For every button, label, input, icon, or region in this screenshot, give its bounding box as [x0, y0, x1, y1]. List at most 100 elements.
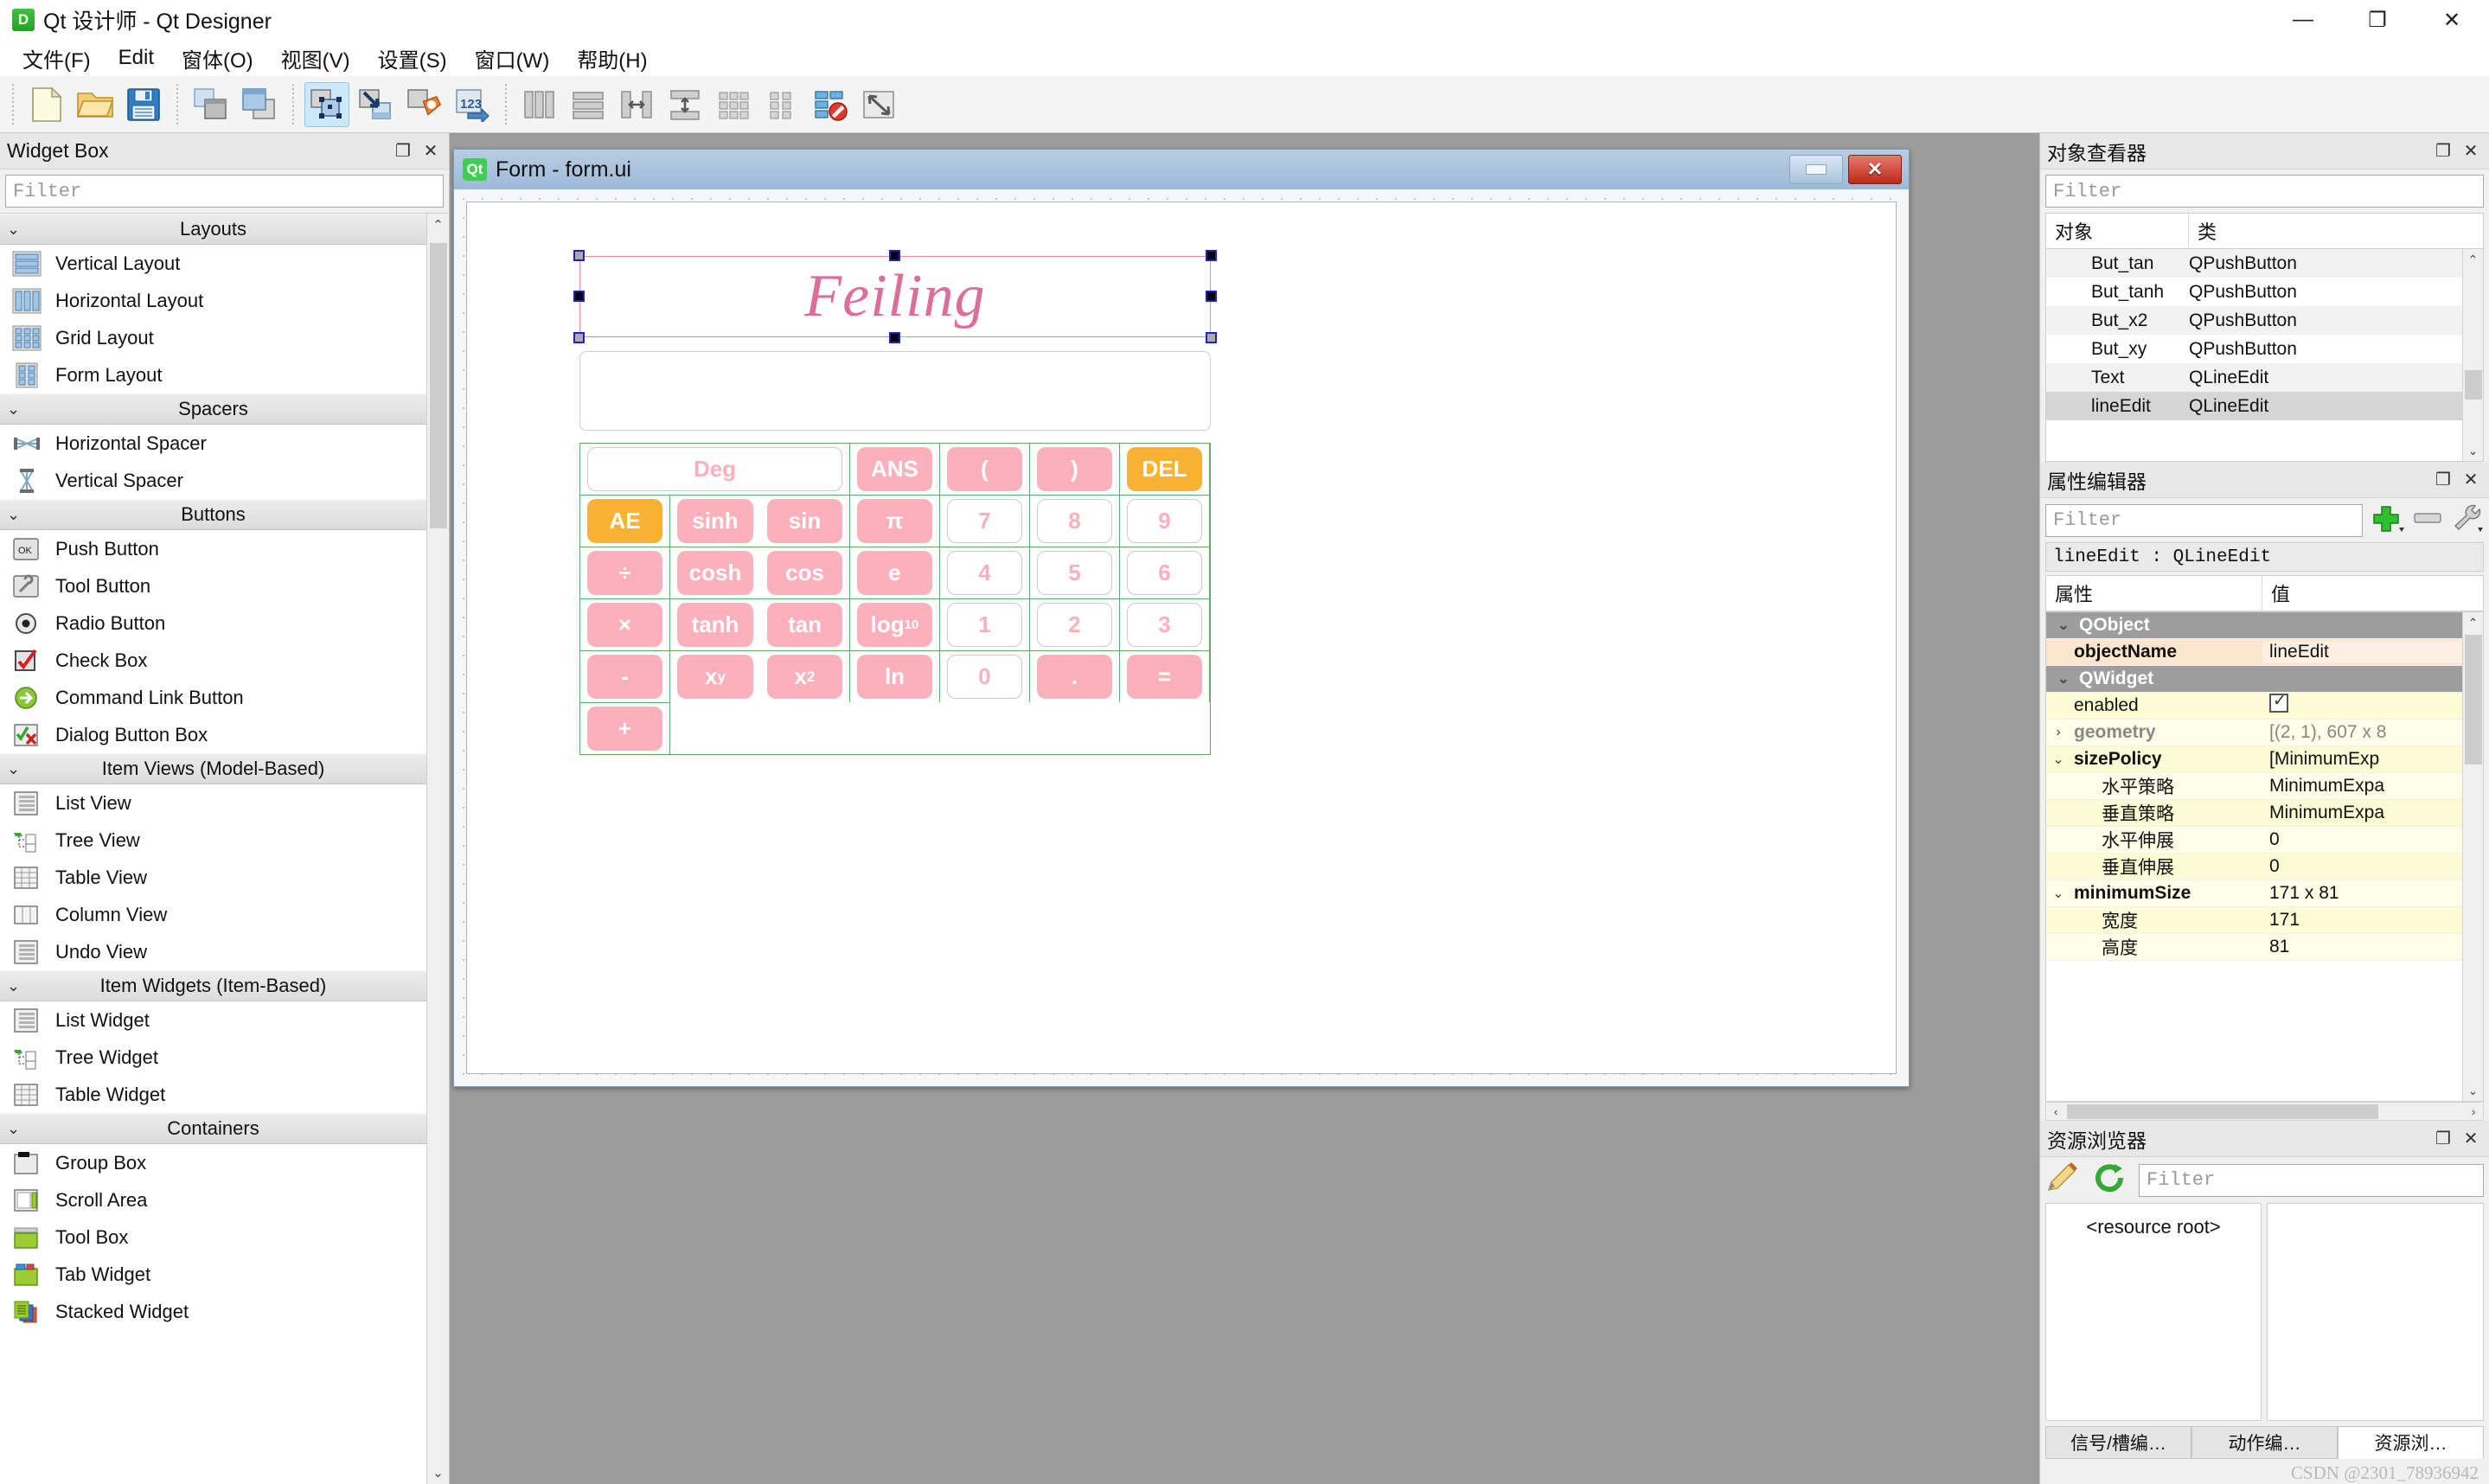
property-editor-scrollbar[interactable]: ⌃ ⌄	[2462, 612, 2483, 1101]
category-header-layouts[interactable]: ⌄ Layouts	[0, 214, 426, 245]
calc-button-del[interactable]: DEL	[1127, 447, 1202, 491]
float-icon[interactable]: ❐	[2432, 469, 2454, 491]
widget-item-tool-box[interactable]: Tool Box	[0, 1219, 426, 1256]
edit-signals-slots-icon[interactable]	[353, 82, 398, 127]
edit-widgets-icon[interactable]	[304, 81, 349, 127]
widget-item-undo-view[interactable]: Undo View	[0, 933, 426, 970]
property-filter-input[interactable]: Filter	[2045, 503, 2363, 537]
scroll-left-icon[interactable]: ‹	[2046, 1103, 2065, 1120]
widget-item-vertical-layout[interactable]: Vertical Layout	[0, 245, 426, 282]
chevron-down-icon[interactable]: ⌄	[2046, 885, 2070, 902]
chevron-down-icon[interactable]: ⌄	[2046, 751, 2070, 768]
break-layout-icon[interactable]	[808, 82, 853, 127]
calc-button-multiply[interactable]: ×	[587, 603, 662, 647]
float-icon[interactable]: ❐	[392, 140, 414, 163]
calc-button-divide[interactable]: ÷	[587, 551, 662, 595]
calc-button-9[interactable]: 9	[1127, 499, 1202, 543]
resize-handle-top-right[interactable]	[1206, 250, 1217, 261]
calc-button-decimal[interactable]: .	[1037, 655, 1112, 699]
edit-tab-order-icon[interactable]: 123	[450, 82, 495, 127]
property-value[interactable]: lineEdit	[2262, 642, 2462, 662]
calc-button-8[interactable]: 8	[1037, 499, 1112, 543]
calc-button-xy[interactable]: xy	[677, 655, 753, 699]
tab-resource-browser[interactable]: 资源浏…	[2338, 1426, 2484, 1459]
widget-item-scroll-area[interactable]: Scroll Area	[0, 1181, 426, 1219]
object-inspector-scrollbar[interactable]: ⌃ ⌄	[2462, 249, 2483, 461]
widget-item-stacked-widget[interactable]: Stacked Widget	[0, 1293, 426, 1330]
calc-button-sin[interactable]: sin	[767, 499, 842, 543]
calc-button-5[interactable]: 5	[1037, 551, 1112, 595]
widget-item-grid-layout[interactable]: Grid Layout	[0, 319, 426, 356]
table-row-selected[interactable]: lineEdit QLineEdit	[2046, 392, 2462, 420]
calc-button-e[interactable]: e	[857, 551, 932, 595]
layout-splitter-v-icon[interactable]	[662, 82, 707, 127]
calc-button-sinh[interactable]: sinh	[677, 499, 753, 543]
widget-item-column-view[interactable]: Column View	[0, 896, 426, 933]
widget-item-dialog-button-box[interactable]: Dialog Button Box	[0, 716, 426, 753]
close-icon[interactable]: ✕	[2460, 1128, 2482, 1150]
calc-button-3[interactable]: 3	[1127, 603, 1202, 647]
widget-item-horizontal-layout[interactable]: Horizontal Layout	[0, 282, 426, 319]
property-row-width[interactable]: 宽度 171	[2046, 907, 2462, 934]
property-row-vertical-policy[interactable]: 垂直策略 MinimumExpa	[2046, 800, 2462, 827]
calc-button-minus[interactable]: -	[587, 655, 662, 699]
scroll-down-icon[interactable]: ⌄	[427, 1462, 449, 1484]
calc-button-cosh[interactable]: cosh	[677, 551, 753, 595]
close-icon[interactable]: ✕	[2460, 469, 2482, 491]
scrollbar-thumb[interactable]	[2465, 635, 2482, 764]
float-icon[interactable]: ❐	[2432, 140, 2454, 163]
calc-button-open-paren[interactable]: (	[947, 447, 1022, 491]
widget-item-tree-widget[interactable]: Tree Widget	[0, 1039, 426, 1076]
menu-form[interactable]: 窗体(O)	[168, 42, 267, 75]
resource-tree[interactable]: <resource root>	[2045, 1203, 2262, 1421]
property-group-qobject[interactable]: ⌄ QObject	[2046, 612, 2462, 639]
calc-button-close-paren[interactable]: )	[1037, 447, 1112, 491]
widget-item-tree-view[interactable]: Tree View	[0, 822, 426, 859]
calc-button-tanh[interactable]: tanh	[677, 603, 753, 647]
menu-view[interactable]: 视图(V)	[267, 42, 364, 75]
form-canvas[interactable]: Feiling Deg ANS () DEL AE sinh sin π 7 …	[466, 201, 1897, 1074]
scroll-right-icon[interactable]: ›	[2464, 1103, 2483, 1120]
scroll-down-icon[interactable]: ⌄	[2463, 1080, 2483, 1101]
widget-box-scrollbar[interactable]: ⌃ ⌄	[426, 214, 449, 1484]
scroll-up-icon[interactable]: ⌃	[427, 214, 449, 236]
calc-button-6[interactable]: 6	[1127, 551, 1202, 595]
calc-button-cos[interactable]: cos	[767, 551, 842, 595]
close-icon[interactable]: ✕	[2460, 140, 2482, 163]
maximize-button[interactable]: ❐	[2340, 0, 2415, 40]
property-row-vertical-stretch[interactable]: 垂直伸展 0	[2046, 854, 2462, 880]
calc-button-equals[interactable]: =	[1127, 655, 1202, 699]
object-inspector-filter-input[interactable]: Filter	[2045, 175, 2484, 208]
calc-button-plus[interactable]: +	[587, 707, 662, 751]
resource-filter-input[interactable]: Filter	[2139, 1163, 2484, 1197]
edit-buddies-icon[interactable]	[401, 82, 446, 127]
pencil-icon[interactable]	[2045, 1162, 2082, 1198]
calc-button-log10[interactable]: log 10	[857, 603, 932, 647]
property-editor-hscrollbar[interactable]: ‹ ›	[2045, 1102, 2484, 1121]
calc-button-4[interactable]: 4	[947, 551, 1022, 595]
calc-button-deg[interactable]: Deg	[587, 447, 842, 491]
menu-window[interactable]: 窗口(W)	[461, 42, 564, 75]
calculator-brand-row[interactable]: Feiling	[573, 250, 1217, 343]
layout-splitter-h-icon[interactable]	[614, 82, 659, 127]
open-folder-icon[interactable]	[73, 82, 118, 127]
resize-handle-bottom-center[interactable]	[889, 332, 900, 343]
form-minimize-button[interactable]	[1789, 155, 1843, 184]
layout-horizontally-icon[interactable]	[517, 82, 562, 127]
property-row-objectname[interactable]: objectName lineEdit	[2046, 639, 2462, 666]
enabled-checkbox[interactable]	[2269, 694, 2288, 713]
property-group-qwidget[interactable]: ⌄ QWidget	[2046, 666, 2462, 693]
resize-handle-top-center[interactable]	[889, 250, 900, 261]
resize-handle-top-left[interactable]	[573, 250, 585, 261]
widget-item-check-box[interactable]: Check Box	[0, 642, 426, 679]
resize-handle-bottom-left[interactable]	[573, 332, 585, 343]
calc-button-x2[interactable]: x2	[767, 655, 842, 699]
scroll-up-icon[interactable]: ⌃	[2463, 612, 2483, 633]
table-row[interactable]: But_x2 QPushButton	[2046, 306, 2462, 335]
layout-form-icon[interactable]	[759, 82, 804, 127]
menu-settings[interactable]: 设置(S)	[364, 42, 461, 75]
widget-item-vertical-spacer[interactable]: Vertical Spacer	[0, 462, 426, 499]
category-header-buttons[interactable]: ⌄ Buttons	[0, 499, 426, 530]
reload-icon[interactable]	[2092, 1162, 2128, 1198]
scrollbar-thumb[interactable]	[430, 243, 447, 528]
